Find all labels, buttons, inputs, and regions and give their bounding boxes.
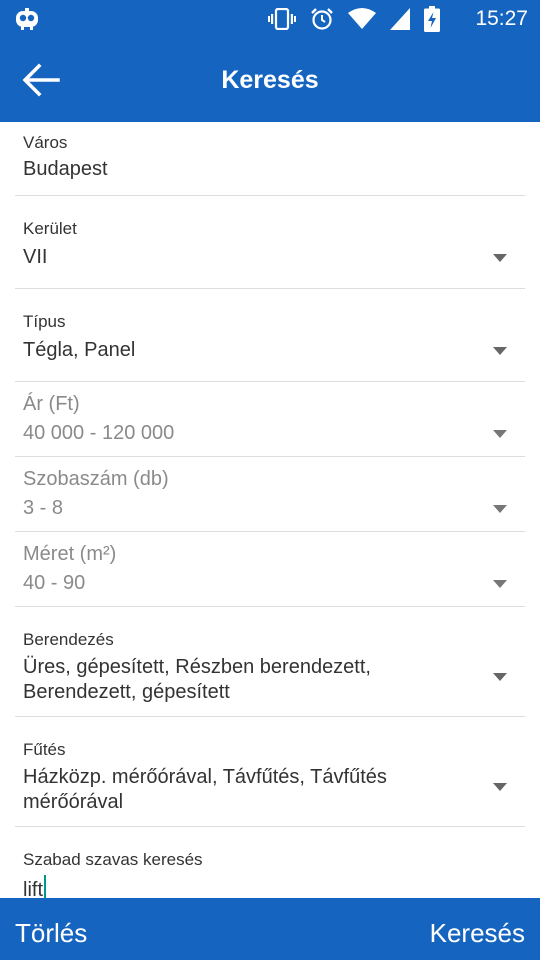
app-bar: Keresés <box>0 38 540 122</box>
rooms-label: Szobaszám (db) <box>23 468 169 490</box>
keyword-field[interactable]: Szabad szavas keresés lift <box>15 827 525 898</box>
page-title: Keresés <box>221 66 319 94</box>
size-value: 40 - 90 <box>23 572 86 594</box>
heating-label: Fűtés <box>23 740 66 759</box>
status-clock: 15:27 <box>475 7 528 30</box>
dropdown-arrow-icon <box>493 783 507 791</box>
dropdown-arrow-icon <box>493 430 507 438</box>
price-value: 40 000 - 120 000 <box>23 422 175 444</box>
price-select[interactable]: Ár (Ft) 40 000 - 120 000 <box>15 382 525 457</box>
city-label: Város <box>23 133 68 152</box>
vibrate-icon <box>268 8 296 30</box>
search-button[interactable]: Keresés <box>430 898 525 960</box>
bottom-bar: Törlés Keresés <box>0 898 540 960</box>
furnishing-label: Berendezés <box>23 630 114 649</box>
rooms-select[interactable]: Szobaszám (db) 3 - 8 <box>15 457 525 532</box>
furnishing-value-line: Üres, gépesített, Részben berendezett, <box>23 656 371 678</box>
district-select[interactable]: Kerület VII <box>15 196 525 289</box>
type-value: Tégla, Panel <box>23 339 136 361</box>
heating-value-line: Házközp. mérőórával, Távfűtés, Távfűtés <box>23 766 387 788</box>
city-value: Budapest <box>23 158 108 180</box>
heating-value: Házközp. mérőórával, Távfűtés, Távfűtés … <box>23 765 465 815</box>
furnishing-value: Üres, gépesített, Részben berendezett, B… <box>23 655 465 705</box>
dropdown-arrow-icon <box>493 347 507 355</box>
rooms-value: 3 - 8 <box>23 497 64 519</box>
size-label: Méret (m²) <box>23 543 117 565</box>
dropdown-arrow-icon <box>493 505 507 513</box>
keyword-input[interactable]: lift <box>23 875 465 898</box>
district-value: VII <box>23 246 48 268</box>
battery-charging-icon <box>424 6 440 32</box>
district-label: Kerület <box>23 219 77 238</box>
type-label: Típus <box>23 312 66 331</box>
clear-button[interactable]: Törlés <box>15 898 87 960</box>
dropdown-arrow-icon <box>493 673 507 681</box>
furnishing-value-line: Berendezett, gépesített <box>23 681 230 703</box>
alarm-icon <box>310 7 334 31</box>
city-field[interactable]: Város Budapest <box>15 122 525 196</box>
dropdown-arrow-icon <box>493 580 507 588</box>
dropdown-arrow-icon <box>493 254 507 262</box>
status-bar: 15:27 <box>0 0 540 38</box>
search-form: Város Budapest Kerület VII Típus Tégla, … <box>0 122 540 898</box>
furnishing-select[interactable]: Berendezés Üres, gépesített, Részben ber… <box>15 607 525 717</box>
price-label: Ár (Ft) <box>23 393 80 415</box>
robot-icon <box>14 7 40 31</box>
wifi-icon <box>348 8 376 30</box>
text-cursor <box>44 875 46 898</box>
heating-select[interactable]: Fűtés Házközp. mérőórával, Távfűtés, Táv… <box>15 717 525 827</box>
type-select[interactable]: Típus Tégla, Panel <box>15 289 525 382</box>
signal-icon <box>390 8 410 30</box>
heating-value-line: mérőórával <box>23 791 124 813</box>
size-select[interactable]: Méret (m²) 40 - 90 <box>15 532 525 607</box>
keyword-input-text: lift <box>23 879 43 898</box>
keyword-label: Szabad szavas keresés <box>23 850 203 869</box>
